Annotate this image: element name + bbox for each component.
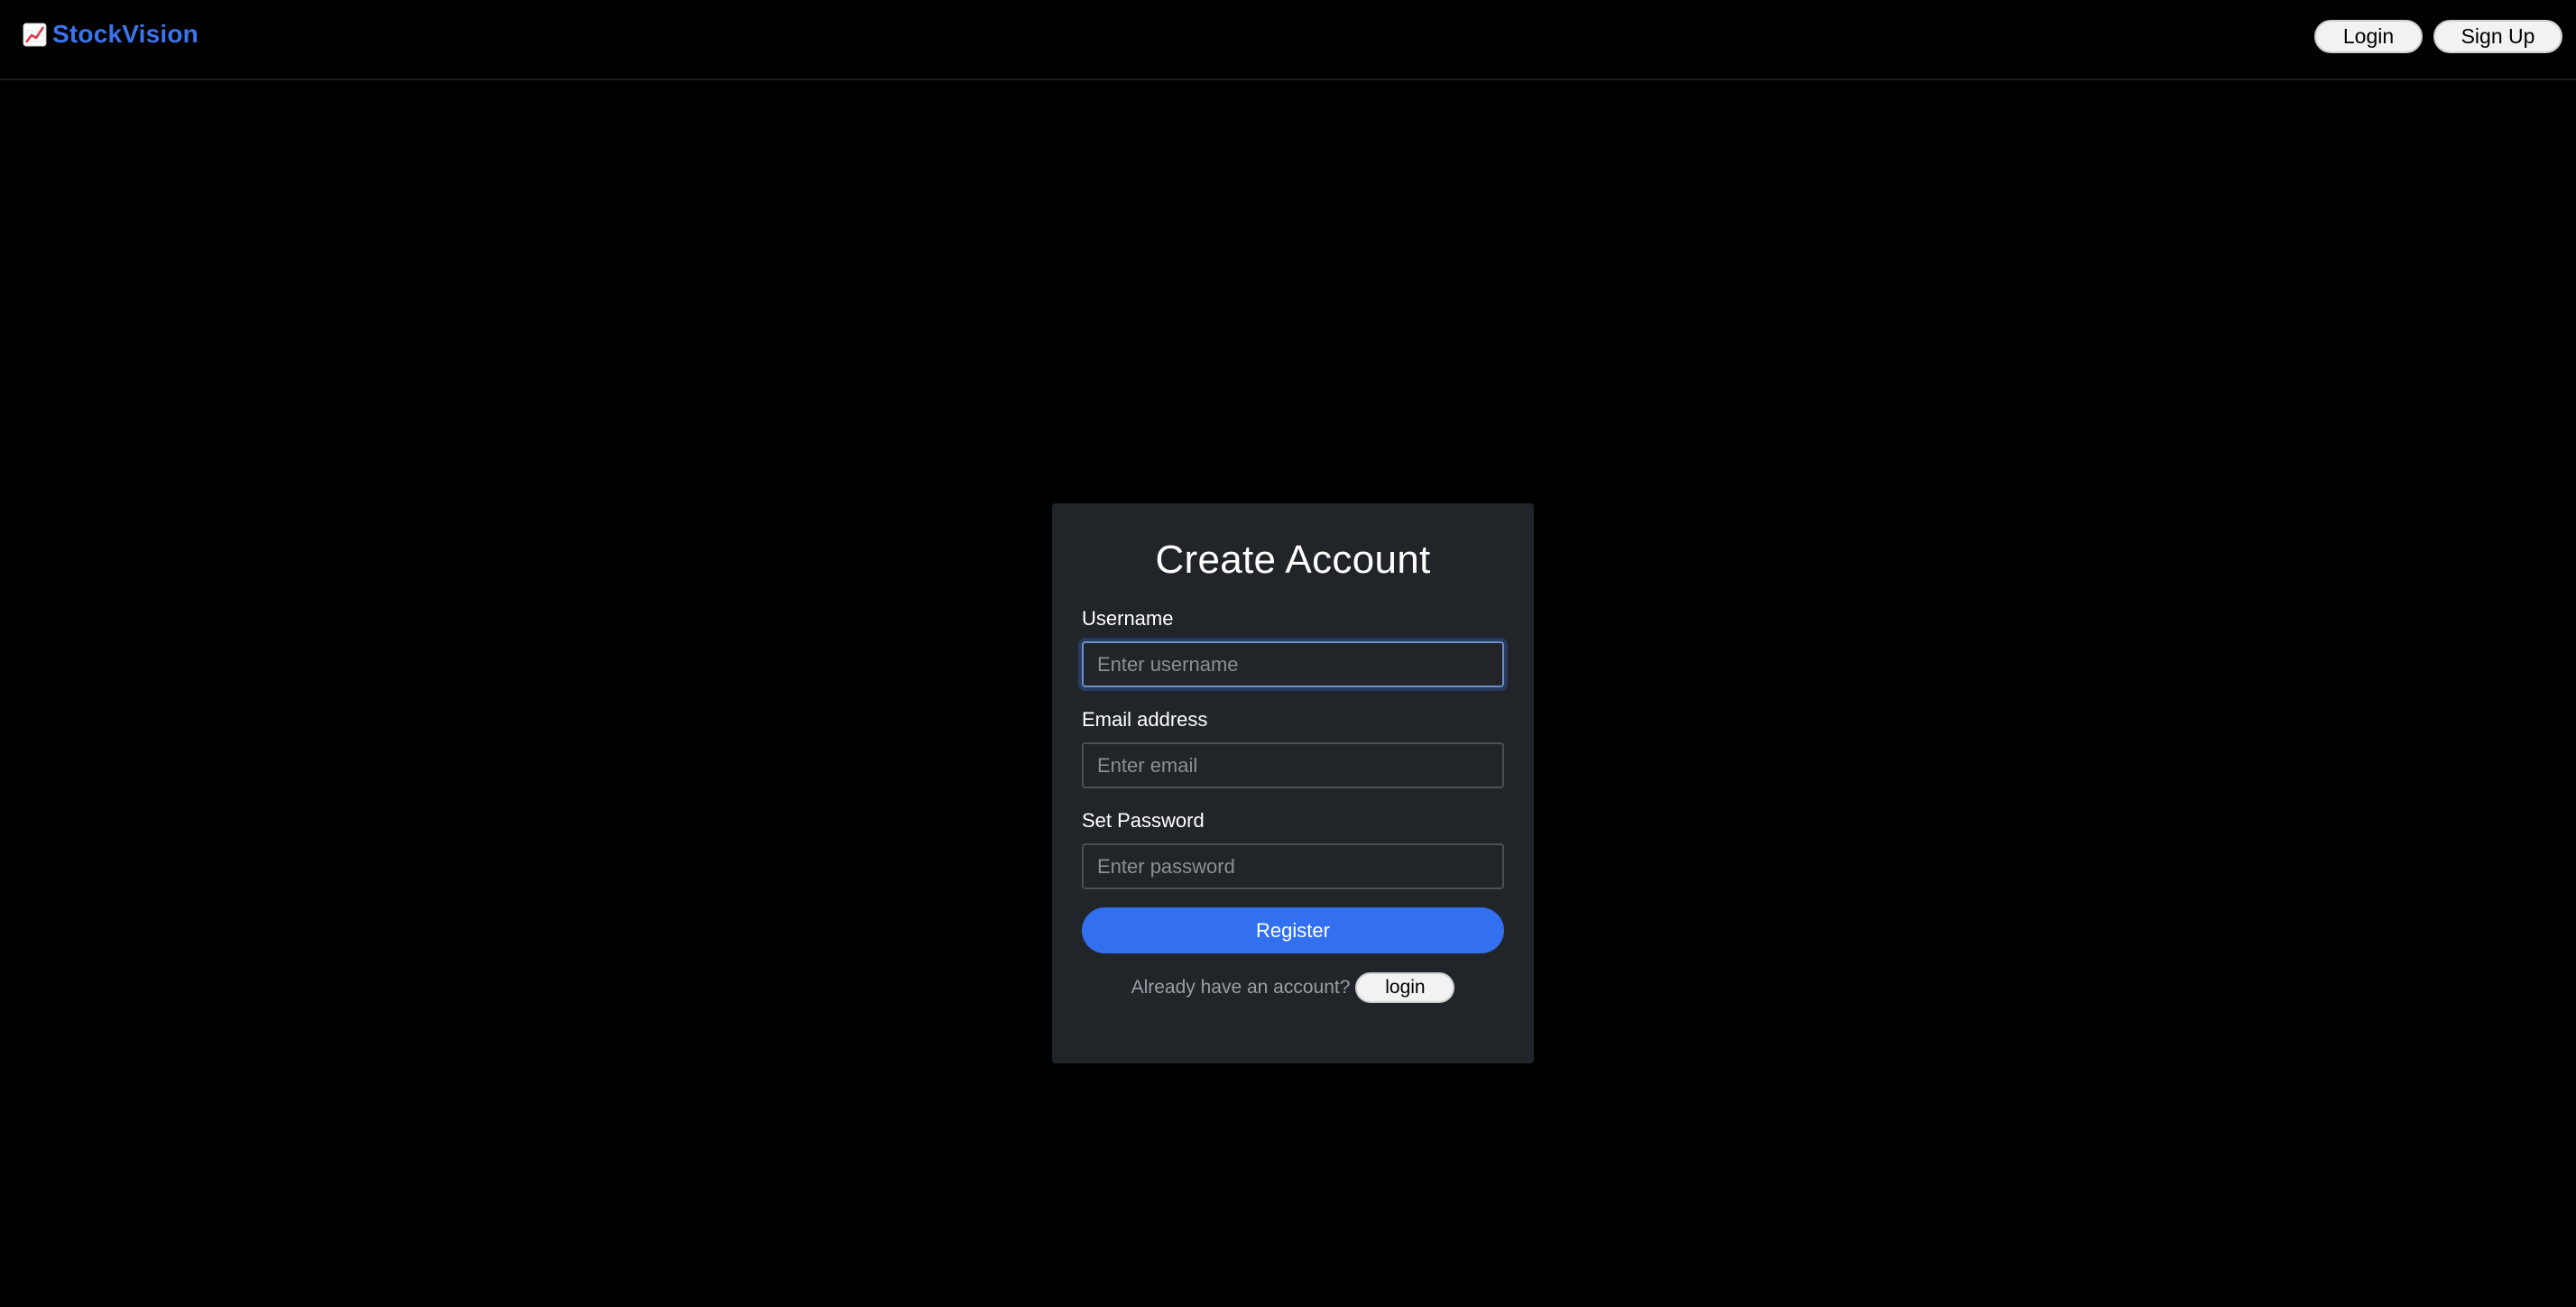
chart-increasing-icon <box>23 23 47 47</box>
top-navbar: StockVision Login Sign Up <box>0 0 2576 80</box>
username-input[interactable] <box>1082 641 1504 687</box>
login-prompt-row: Already have an account? login <box>1082 972 1504 1003</box>
nav-signup-button[interactable]: Sign Up <box>2433 20 2562 53</box>
password-label: Set Password <box>1082 809 1205 832</box>
nav-login-button[interactable]: Login <box>2314 20 2423 53</box>
login-prompt-text: Already have an account? <box>1131 977 1351 998</box>
brand-name: StockVision <box>52 20 199 48</box>
email-input[interactable] <box>1082 742 1504 788</box>
form-title: Create Account <box>1155 538 1431 582</box>
footer-login-button[interactable]: login <box>1355 972 1455 1003</box>
password-input[interactable] <box>1082 843 1504 889</box>
register-button[interactable]: Register <box>1082 907 1504 953</box>
email-label: Email address <box>1082 708 1208 731</box>
brand-logo-link[interactable]: StockVision <box>23 20 199 49</box>
username-label: Username <box>1082 607 1174 630</box>
create-account-card: Create Account Username Email address Se… <box>1052 503 1534 1063</box>
